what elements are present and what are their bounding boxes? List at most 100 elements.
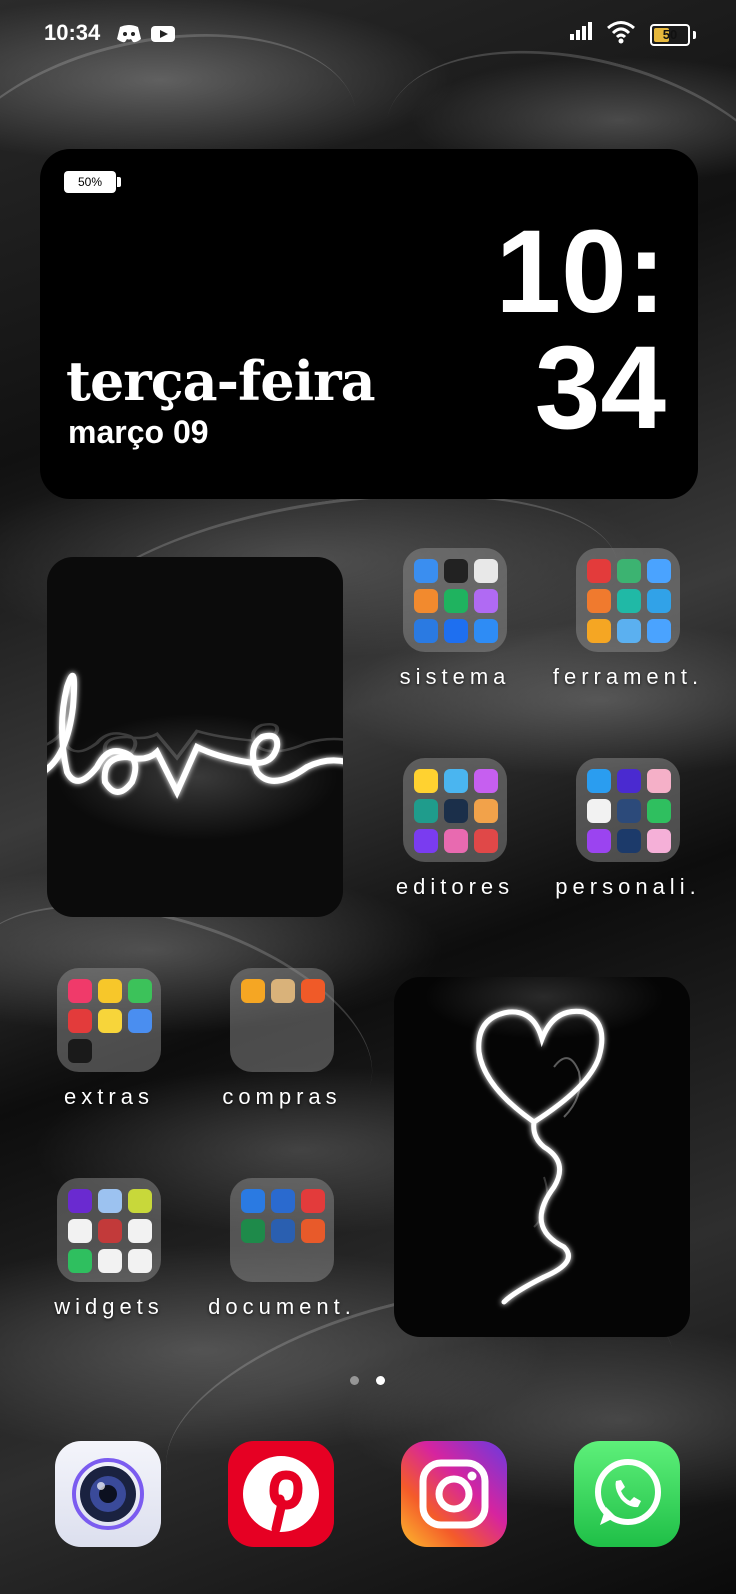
folder-mini-app-icon	[617, 829, 641, 853]
folder-mini-app-icon	[617, 799, 641, 823]
folder-mini-app-icon	[271, 1189, 295, 1213]
battery-level: 50	[662, 27, 678, 42]
folder-editores[interactable]: editores	[370, 758, 540, 900]
folder-mini-app-icon	[414, 559, 438, 583]
folder-mini-app-icon	[647, 559, 671, 583]
folder-mini-app-icon	[587, 619, 611, 643]
folder-compras[interactable]: compras	[197, 968, 367, 1110]
folder-mini-app-icon	[98, 1189, 122, 1213]
folder-documentos[interactable]: document.	[197, 1178, 367, 1320]
folder-app-grid	[68, 1189, 152, 1273]
folder-mini-app-icon	[474, 619, 498, 643]
folder-mini-app-icon	[444, 589, 468, 613]
youtube-icon	[150, 24, 176, 49]
page-dot[interactable]	[350, 1376, 359, 1385]
folder-mini-app-icon	[647, 769, 671, 793]
battery-tip	[693, 31, 696, 39]
whatsapp-app-icon[interactable]	[574, 1441, 680, 1547]
folder-mini-app-icon	[414, 799, 438, 823]
folder-mini-app-icon	[301, 1219, 325, 1243]
folder-mini-app-icon	[587, 769, 611, 793]
folder-mini-app-icon	[474, 799, 498, 823]
folder-mini-app-icon	[474, 589, 498, 613]
folder-mini-app-icon	[414, 829, 438, 853]
folder-mini-app-icon	[241, 1219, 265, 1243]
folder-mini-app-icon	[128, 979, 152, 1003]
status-time: 10:34	[44, 20, 101, 45]
folder-mini-app-icon	[647, 799, 671, 823]
folder-mini-app-icon	[98, 1009, 122, 1033]
camera-app-icon[interactable]	[55, 1441, 161, 1547]
folder-mini-app-icon	[241, 1189, 265, 1213]
folder-mini-app-icon	[98, 1249, 122, 1273]
battery-icon: 50	[650, 24, 690, 46]
folder-mini-app-icon	[271, 1219, 295, 1243]
folder-mini-app-icon	[98, 979, 122, 1003]
page-dot-active[interactable]	[376, 1376, 385, 1385]
folder-icon	[57, 1178, 161, 1282]
folder-mini-app-icon	[647, 589, 671, 613]
folder-app-grid	[587, 559, 671, 643]
folder-sistema[interactable]: sistema	[370, 548, 540, 690]
folder-ferramentas[interactable]: ferrament.	[543, 548, 713, 690]
folder-mini-app-icon	[647, 829, 671, 853]
discord-icon	[116, 24, 142, 49]
folder-app-grid	[241, 979, 325, 1003]
widget-minute: 34	[534, 322, 666, 454]
folder-mini-app-icon	[444, 829, 468, 853]
folder-mini-app-icon	[414, 619, 438, 643]
folder-extras[interactable]: extras	[24, 968, 194, 1110]
folder-mini-app-icon	[98, 1219, 122, 1243]
folder-mini-app-icon	[474, 829, 498, 853]
heart-neon-photo-widget[interactable]	[394, 977, 690, 1337]
home-screen: 10:34 50 50% terça-feira março 09 10: 34	[0, 0, 736, 1594]
folder-mini-app-icon	[647, 619, 671, 643]
folder-mini-app-icon	[414, 589, 438, 613]
folder-label: editores	[395, 874, 515, 899]
status-bar: 10:34 50	[0, 18, 736, 50]
folder-mini-app-icon	[587, 559, 611, 583]
folder-mini-app-icon	[128, 1009, 152, 1033]
instagram-app-icon[interactable]	[401, 1441, 507, 1547]
folder-icon	[403, 548, 507, 652]
folder-mini-app-icon	[68, 1189, 92, 1213]
pinterest-logo-icon	[243, 1456, 319, 1534]
folder-mini-app-icon	[128, 1189, 152, 1213]
folder-icon	[403, 758, 507, 862]
folder-mini-app-icon	[474, 769, 498, 793]
widget-battery: 50%	[64, 171, 121, 193]
love-neon-graphic	[47, 672, 343, 800]
instagram-logo-icon	[419, 1459, 489, 1529]
folder-label: extras	[64, 1084, 154, 1109]
folder-mini-app-icon	[444, 769, 468, 793]
folder-mini-app-icon	[301, 979, 325, 1003]
folder-mini-app-icon	[587, 829, 611, 853]
folder-mini-app-icon	[128, 1219, 152, 1243]
folder-mini-app-icon	[301, 1189, 325, 1213]
widget-date: março 09	[68, 414, 209, 450]
folder-label: compras	[222, 1084, 342, 1109]
folder-mini-app-icon	[68, 1039, 92, 1063]
folder-icon	[576, 548, 680, 652]
pinterest-app-icon[interactable]	[228, 1441, 334, 1547]
signal-icon	[570, 22, 594, 44]
folder-mini-app-icon	[271, 979, 295, 1003]
whatsapp-logo-icon	[595, 1459, 661, 1525]
folder-mini-app-icon	[617, 589, 641, 613]
folder-app-grid	[68, 979, 152, 1063]
folder-mini-app-icon	[444, 619, 468, 643]
folder-mini-app-icon	[68, 1219, 92, 1243]
love-neon-photo-widget[interactable]	[47, 557, 343, 917]
folder-label: sistema	[399, 664, 511, 689]
folder-app-grid	[414, 769, 498, 853]
folder-personalizacao[interactable]: personali.	[543, 758, 713, 900]
camera-lens-icon	[72, 1458, 144, 1530]
folder-label: widgets	[54, 1294, 164, 1319]
wifi-icon	[606, 20, 636, 49]
folder-icon	[576, 758, 680, 862]
clock-widget[interactable]: 50% terça-feira março 09 10: 34	[40, 149, 698, 499]
folder-mini-app-icon	[587, 799, 611, 823]
heart-neon-graphic	[476, 1008, 605, 1305]
widget-weekday: terça-feira	[66, 349, 376, 413]
folder-widgets[interactable]: widgets	[24, 1178, 194, 1320]
